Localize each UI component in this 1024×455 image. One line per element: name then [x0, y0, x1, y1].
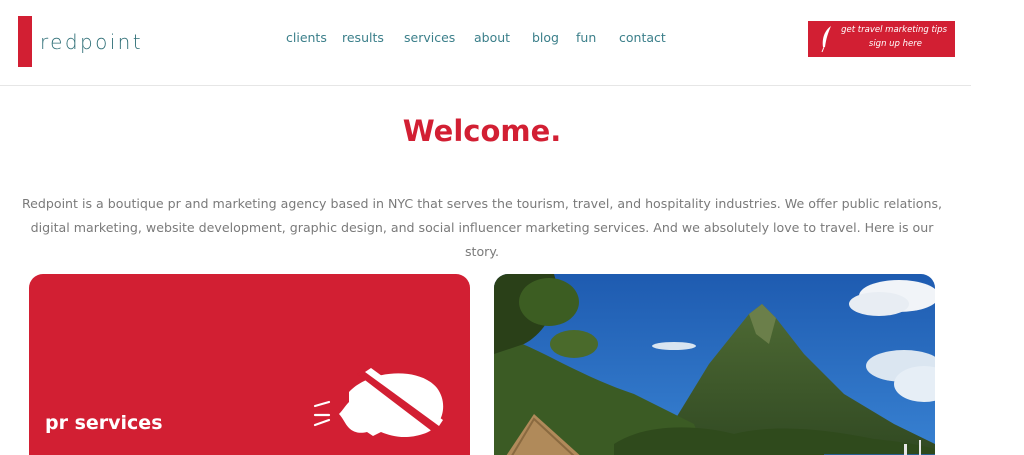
- site-header: redpoint clients results services about …: [0, 0, 971, 86]
- nav-item-results[interactable]: results: [342, 30, 384, 45]
- nav-item-contact[interactable]: contact: [619, 30, 666, 45]
- intro-paragraph: Redpoint is a boutique pr and marketing …: [21, 196, 943, 259]
- nav-item-fun[interactable]: fun: [576, 30, 596, 45]
- nav-item-about[interactable]: about: [474, 30, 510, 45]
- nav-item-blog[interactable]: blog: [532, 30, 559, 45]
- newsletter-signup-button[interactable]: get travel marketing tips sign up here: [808, 21, 955, 57]
- cta-line-2: sign up here: [868, 39, 922, 49]
- nav-item-clients[interactable]: clients: [286, 30, 327, 45]
- page-title: Welcome.: [402, 114, 562, 148]
- cta-line-1: get travel marketing tips: [841, 25, 947, 35]
- card-title: pr services: [45, 412, 163, 434]
- photo-image: [494, 274, 935, 455]
- pr-services-card[interactable]: pr services: [29, 274, 470, 455]
- tropical-mountain-photo[interactable]: [494, 274, 935, 455]
- nav-item-services[interactable]: services: [404, 30, 455, 45]
- megaphone-icon: [313, 368, 444, 438]
- feather-icon: [821, 26, 831, 53]
